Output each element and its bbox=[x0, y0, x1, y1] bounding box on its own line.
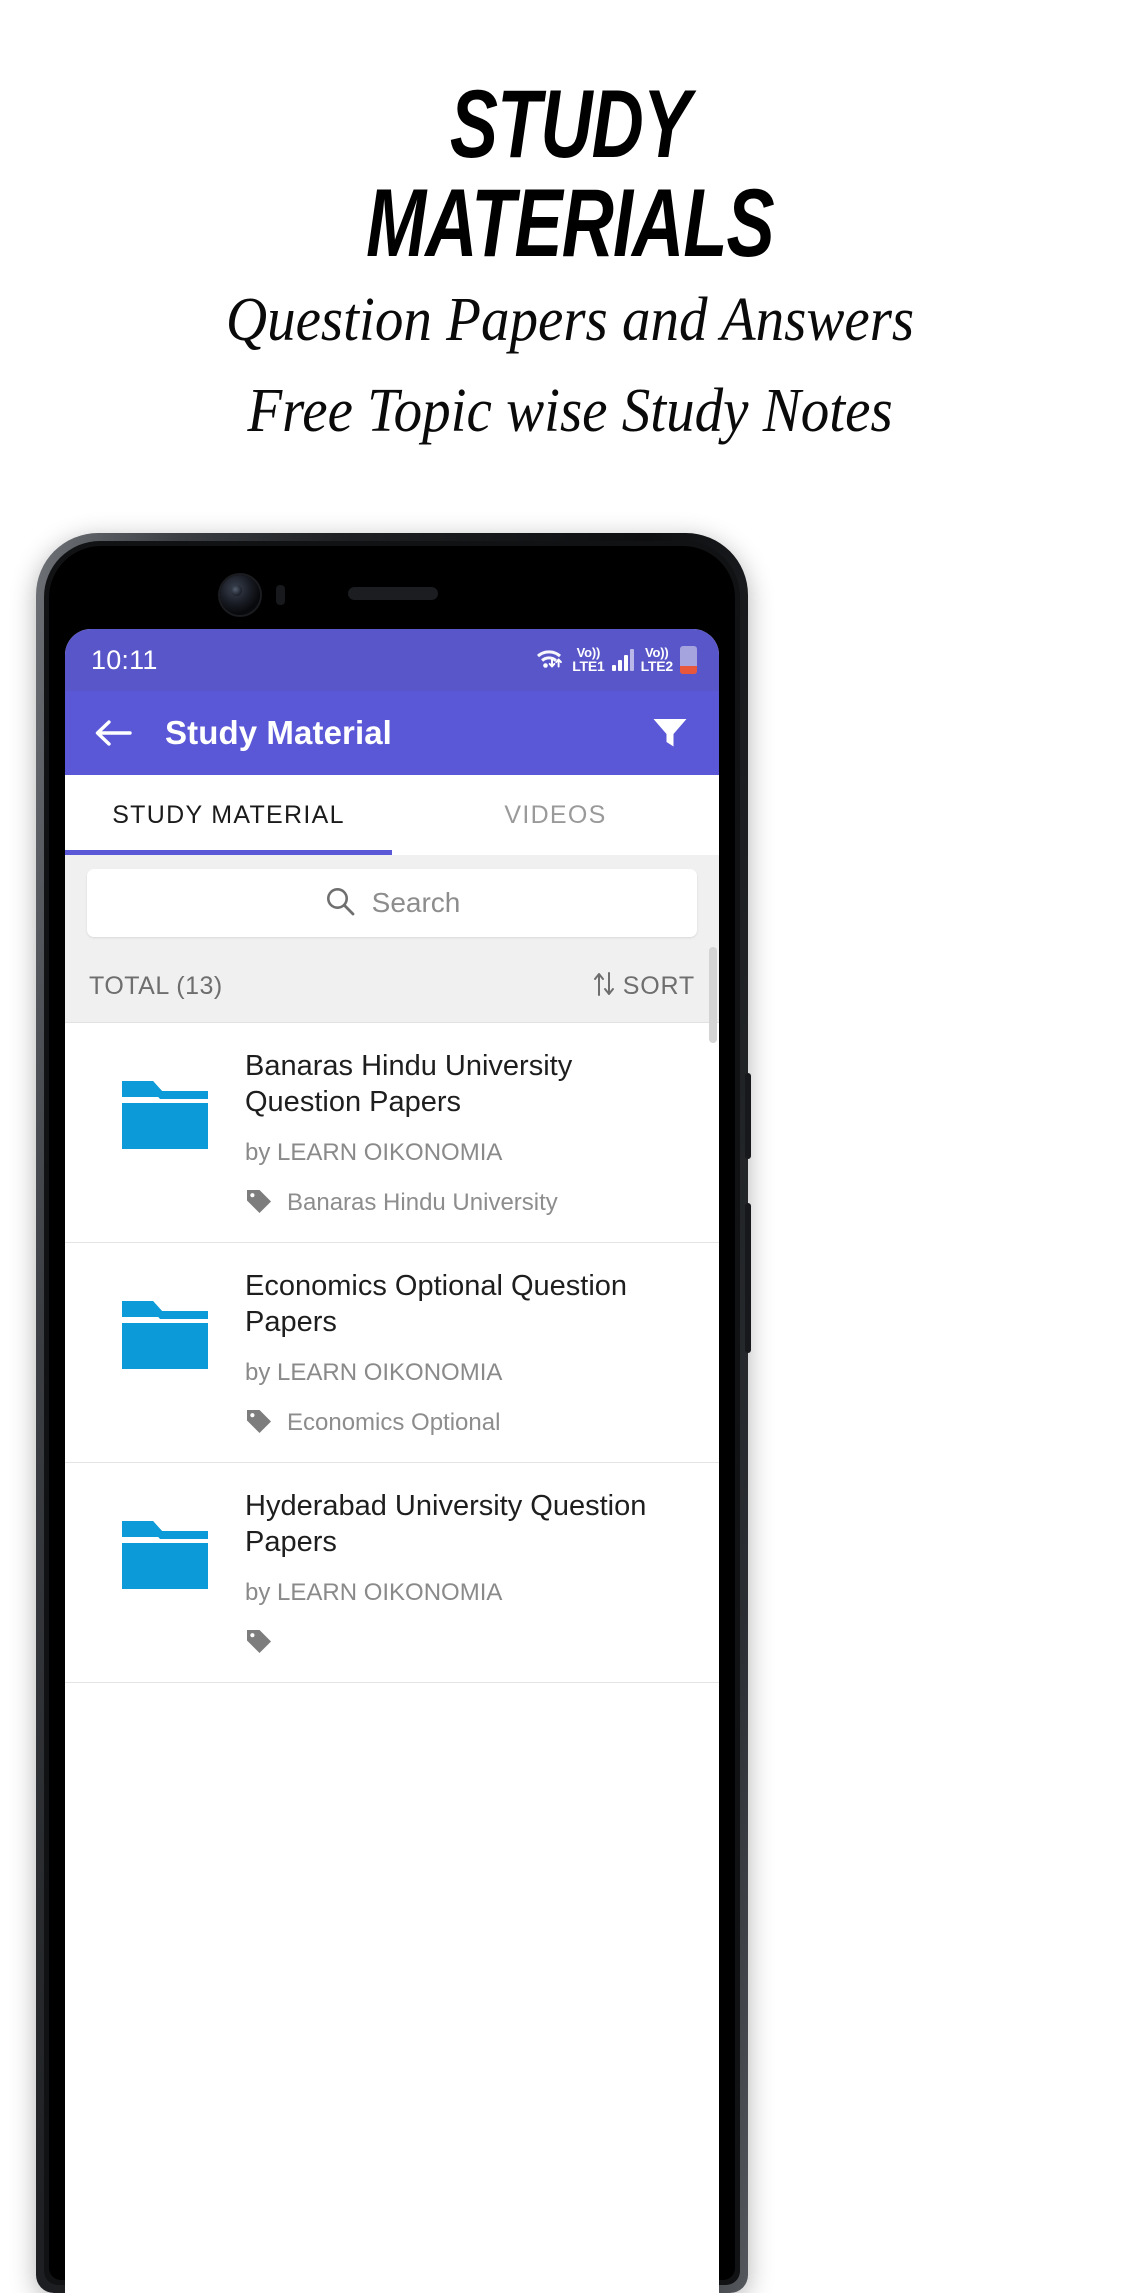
list-item[interactable]: Hyderabad University Question Papers by … bbox=[65, 1463, 719, 1683]
sort-label: SORT bbox=[622, 972, 695, 1000]
status-time: 10:11 bbox=[91, 644, 158, 675]
list-item-body: Banaras Hindu University Question Papers… bbox=[245, 1049, 699, 1220]
proximity-sensor-icon bbox=[276, 585, 285, 605]
phone-mockup: 10:11 Vo)) LTE1 Vo)) LTE2 Study Material… bbox=[36, 533, 751, 2293]
phone-sensor-row bbox=[36, 571, 748, 623]
list-item-body: Economics Optional Question Papers by LE… bbox=[245, 1269, 699, 1440]
app-bar-title: Study Material bbox=[165, 714, 392, 751]
power-button[interactable] bbox=[745, 1073, 751, 1159]
folder-icon bbox=[85, 1489, 245, 1591]
status-icons: Vo)) LTE1 Vo)) LTE2 bbox=[535, 645, 697, 676]
tab-videos[interactable]: VIDEOS bbox=[392, 775, 719, 855]
list-item-title: Banaras Hindu University Question Papers bbox=[245, 1050, 573, 1118]
tab-study-material[interactable]: STUDY MATERIAL bbox=[65, 775, 392, 855]
list-item-tag: Banaras Hindu University bbox=[287, 1189, 558, 1217]
list-item-author: by LEARN OIKONOMIA bbox=[245, 1138, 503, 1166]
filter-icon[interactable] bbox=[649, 712, 691, 754]
volte-sim2-icon: Vo)) LTE2 bbox=[640, 645, 674, 675]
page-subtitle-line-1: Question Papers and Answers bbox=[225, 285, 915, 354]
study-material-list: Banaras Hindu University Question Papers… bbox=[65, 1023, 719, 1683]
search-input[interactable]: Search bbox=[87, 869, 697, 937]
volte-sim2-top: Vo)) bbox=[645, 645, 669, 661]
volte-sim1-bottom: LTE1 bbox=[572, 658, 605, 675]
page-title: STUDY MATERIALS bbox=[68, 70, 1071, 278]
tab-videos-label: VIDEOS bbox=[504, 800, 607, 829]
list-item-tag-row: Banaras Hindu University bbox=[245, 1187, 691, 1220]
page-subtitle: Question Papers and Answers Free Topic w… bbox=[46, 283, 1095, 450]
folder-icon bbox=[85, 1049, 245, 1151]
earpiece-speaker bbox=[348, 587, 438, 600]
tag-icon bbox=[245, 1627, 273, 1660]
list-item-author: by LEARN OIKONOMIA bbox=[245, 1578, 503, 1606]
sort-button[interactable]: SORT bbox=[593, 971, 695, 1002]
back-arrow-icon[interactable] bbox=[91, 711, 135, 755]
list-item-title: Economics Optional Question Papers bbox=[245, 1269, 628, 1338]
list-item[interactable]: Economics Optional Question Papers by LE… bbox=[65, 1243, 719, 1463]
status-bar: 10:11 Vo)) LTE1 Vo)) LTE2 bbox=[65, 629, 719, 691]
signal-bars-icon bbox=[611, 649, 634, 671]
page-subtitle-line-2: Free Topic wise Study Notes bbox=[247, 377, 893, 446]
tab-study-material-label: STUDY MATERIAL bbox=[112, 800, 345, 829]
tag-icon bbox=[245, 1187, 273, 1220]
front-camera-icon bbox=[220, 575, 260, 615]
hero-section: STUDY MATERIALS Question Papers and Answ… bbox=[0, 0, 1140, 450]
list-item-title: Hyderabad University Question Papers bbox=[245, 1489, 647, 1558]
volte-sim1-top: Vo)) bbox=[576, 645, 601, 661]
tab-bar: STUDY MATERIAL VIDEOS bbox=[65, 775, 719, 855]
scrollbar-thumb[interactable] bbox=[709, 947, 717, 1043]
search-section: Search bbox=[65, 855, 719, 951]
list-item-tag: Economics Optional bbox=[287, 1409, 501, 1437]
list-item[interactable]: Banaras Hindu University Question Papers… bbox=[65, 1023, 719, 1243]
page-title-line-2: MATERIALS bbox=[366, 170, 775, 278]
total-count-label: TOTAL (13) bbox=[89, 972, 223, 1000]
sort-arrows-icon bbox=[593, 971, 615, 1002]
list-item-tag-row bbox=[245, 1627, 691, 1660]
list-item-tag-row: Economics Optional bbox=[245, 1407, 691, 1440]
phone-screen: 10:11 Vo)) LTE1 Vo)) LTE2 Study Material… bbox=[65, 629, 719, 2293]
volte-sim1-icon: Vo)) LTE1 bbox=[572, 645, 605, 675]
list-toolbar: TOTAL (13) SORT bbox=[65, 951, 719, 1023]
wifi-icon bbox=[535, 645, 565, 676]
list-item-body: Hyderabad University Question Papers by … bbox=[245, 1489, 699, 1660]
volte-sim2-bottom: LTE2 bbox=[640, 658, 674, 675]
app-bar: Study Material bbox=[65, 691, 719, 775]
folder-icon bbox=[85, 1269, 245, 1371]
search-icon bbox=[324, 885, 356, 922]
page-title-line-1: STUDY bbox=[449, 70, 691, 179]
search-placeholder: Search bbox=[371, 887, 461, 918]
list-item-author: by LEARN OIKONOMIA bbox=[245, 1358, 503, 1386]
tag-icon bbox=[245, 1407, 273, 1440]
battery-low-icon bbox=[680, 646, 697, 674]
volume-button[interactable] bbox=[745, 1203, 751, 1353]
